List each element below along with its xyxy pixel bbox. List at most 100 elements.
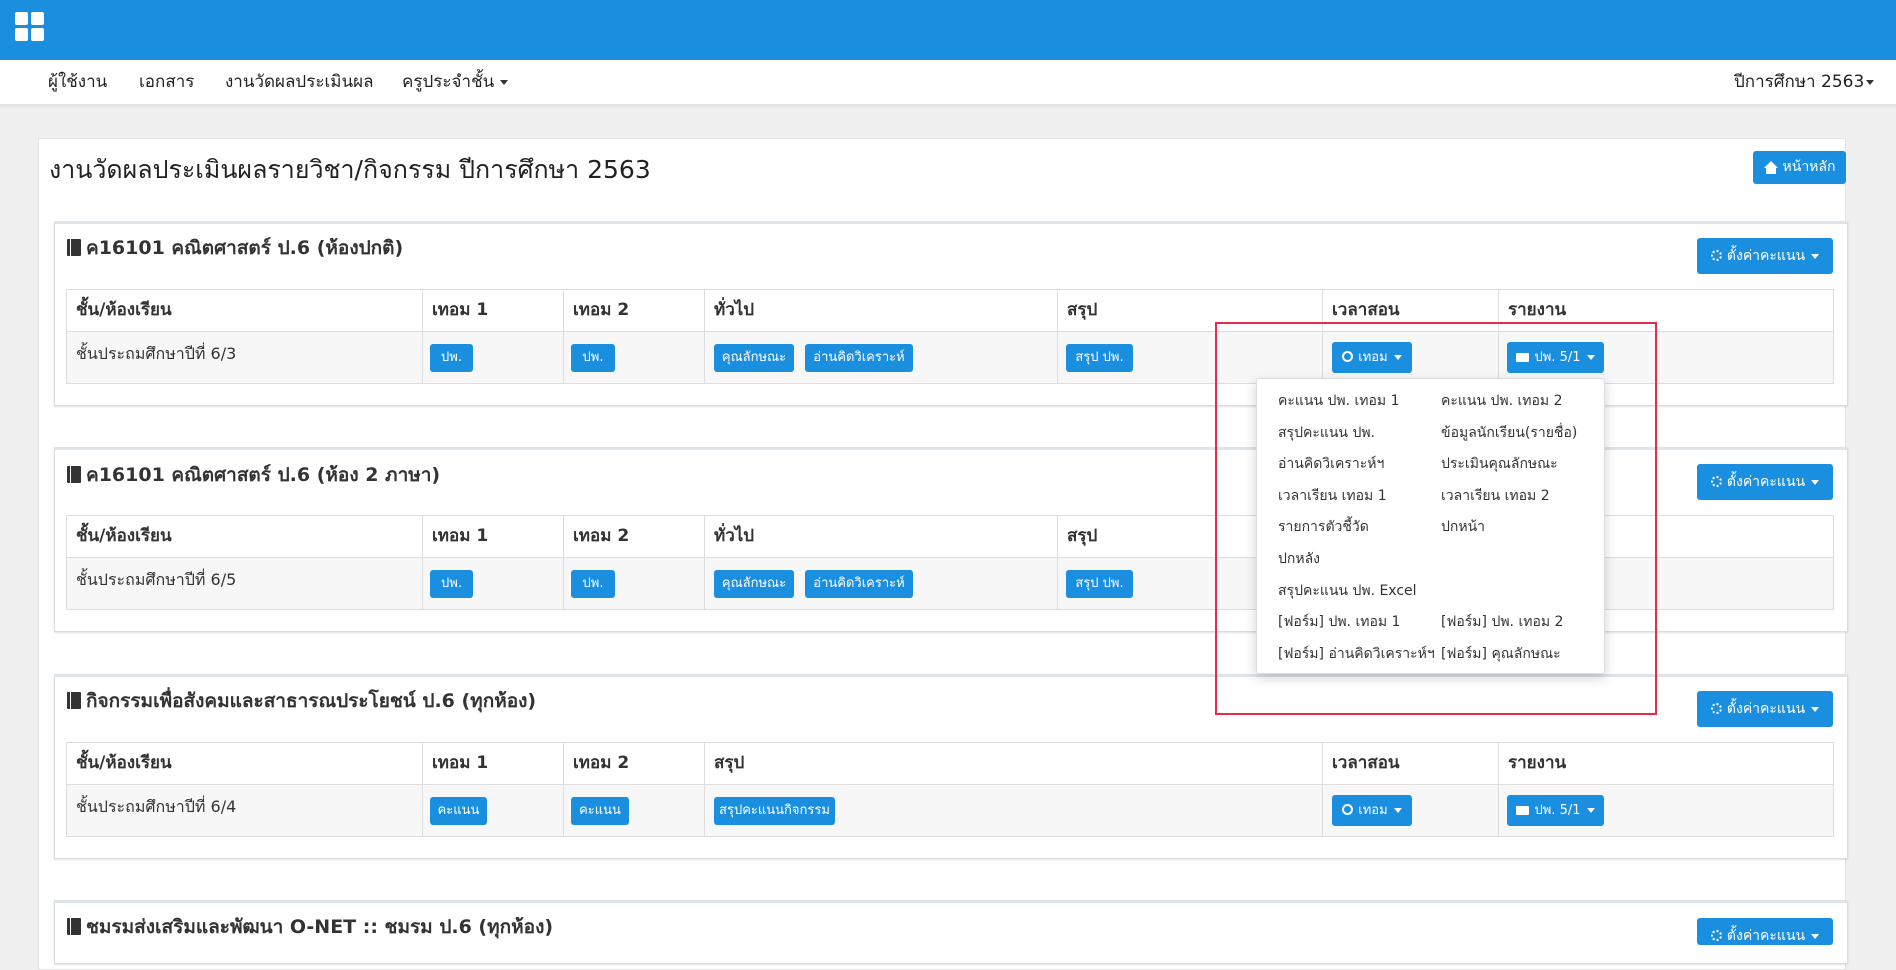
- caret-down-icon: [1393, 808, 1402, 813]
- page-title: งานวัดผลประเมินผลรายวิชา/กิจกรรม ปีการศึ…: [49, 155, 651, 184]
- col-header-summary: สรุป: [1057, 290, 1322, 331]
- gear-icon: [1710, 250, 1722, 261]
- menu-item-indicators[interactable]: รายการตัวชี้วัด: [1278, 516, 1369, 538]
- teaching-time-label: เทอม: [1358, 803, 1388, 818]
- panel-title-text: กิจกรรมเพื่อสังคมและสาธารณประโยชน์ ป.6 (…: [86, 690, 537, 712]
- menu-item-score-summary[interactable]: สรุปคะแนน ปพ.: [1278, 422, 1375, 444]
- col-header-teaching-time: เวลาสอน: [1322, 290, 1498, 331]
- col-header-teaching-time: เวลาสอน: [1322, 743, 1498, 784]
- caret-down-icon: [1811, 706, 1820, 712]
- panel-title-3: กิจกรรมเพื่อสังคมและสาธารณประโยชน์ ป.6 (…: [67, 686, 536, 716]
- menu-item-score-term1[interactable]: คะแนน ปพ. เทอม 1: [1278, 390, 1400, 412]
- nav-homeroom-teacher[interactable]: ครูประจำชั้น: [402, 60, 509, 104]
- clock-icon: [1342, 804, 1354, 815]
- row-class-label: ชั้นประถมศึกษาปีที่ 6/5: [76, 570, 237, 589]
- caret-down-icon: [1866, 79, 1875, 85]
- panel-title-1: ค16101 คณิตศาสตร์ ป.6 (ห้องปกติ): [67, 233, 403, 263]
- panel-title-2: ค16101 คณิตศาสตร์ ป.6 (ห้อง 2 ภาษา): [67, 460, 440, 490]
- settings-button-label: ตั้งค่าคะแนน: [1726, 474, 1806, 490]
- panel-title-text: ชมรมส่งเสริมและพัฒนา O-NET :: ชมรม ป.6 (…: [86, 916, 554, 938]
- caret-down-icon: [1811, 933, 1820, 939]
- book-icon: [67, 692, 81, 709]
- teaching-time-label: เทอม: [1358, 350, 1388, 365]
- table-header: ชั้น/ห้องเรียน เทอม 1 เทอม 2 ทั่วไป สรุป…: [66, 289, 1834, 332]
- print-icon: [1516, 806, 1530, 815]
- caret-down-icon: [1393, 355, 1402, 360]
- col-header-report: รายงาน: [1498, 743, 1833, 784]
- nav-documents[interactable]: เอกสาร: [139, 60, 194, 104]
- teaching-time-button[interactable]: เทอม: [1332, 795, 1412, 826]
- characteristics-button[interactable]: คุณลักษณะ: [714, 344, 794, 372]
- col-header-class: ชั้น/ห้องเรียน: [76, 753, 172, 773]
- print-icon: [1516, 353, 1530, 362]
- teaching-time-button[interactable]: เทอม: [1332, 342, 1412, 373]
- cell-class: ชั้นประถมศึกษาปีที่ 6/5: [67, 558, 422, 609]
- menu-item-form-term2[interactable]: [ฟอร์ม] ปพ. เทอม 2: [1441, 611, 1563, 633]
- analytical-thinking-button[interactable]: อ่านคิดวิเคราะห์: [805, 344, 913, 372]
- menu-item-analytical-thinking[interactable]: อ่านคิดวิเคราะห์ฯ: [1278, 453, 1384, 475]
- panel-title-4: ชมรมส่งเสริมและพัฒนา O-NET :: ชมรม ป.6 (…: [67, 912, 553, 942]
- menu-item-form-analytical[interactable]: [ฟอร์ม] อ่านคิดวิเคราะห์ฯ: [1278, 643, 1435, 665]
- book-icon: [67, 239, 81, 256]
- menu-item-front-cover[interactable]: ปกหน้า: [1441, 516, 1485, 538]
- book-icon: [67, 466, 81, 483]
- menu-item-form-term1[interactable]: [ฟอร์ม] ปพ. เทอม 1: [1278, 611, 1400, 633]
- gear-icon: [1710, 930, 1722, 941]
- report-button[interactable]: ปพ. 5/1: [1507, 795, 1604, 826]
- settings-button[interactable]: ตั้งค่าคะแนน: [1697, 691, 1833, 727]
- term2-button[interactable]: ปพ.: [571, 344, 615, 372]
- menu-item-attendance-term2[interactable]: เวลาเรียน เทอม 2: [1441, 485, 1550, 507]
- settings-button-label: ตั้งค่าคะแนน: [1726, 248, 1806, 264]
- term2-button[interactable]: ปพ.: [571, 570, 615, 598]
- nav-evaluation[interactable]: งานวัดผลประเมินผล: [225, 60, 374, 104]
- home-button[interactable]: หน้าหลัก: [1753, 151, 1846, 184]
- nav-users[interactable]: ผู้ใช้งาน: [48, 60, 107, 104]
- settings-button-label: ตั้งค่าคะแนน: [1726, 701, 1806, 717]
- menu-item-score-term2[interactable]: คะแนน ปพ. เทอม 2: [1441, 390, 1563, 412]
- home-button-label: หน้าหลัก: [1782, 159, 1836, 175]
- col-header-class: ชั้น/ห้องเรียน: [76, 526, 172, 546]
- col-header-general: ทั่วไป: [704, 290, 1057, 331]
- row-class-label: ชั้นประถมศึกษาปีที่ 6/3: [76, 344, 237, 363]
- caret-down-icon: [1811, 479, 1820, 485]
- col-header-term1: เทอม 1: [422, 290, 563, 331]
- menu-item-summary-excel[interactable]: สรุปคะแนน ปพ. Excel: [1278, 580, 1417, 602]
- year-selector[interactable]: ปีการศึกษา 2563: [1734, 60, 1875, 104]
- cell-class: ชั้นประถมศึกษาปีที่ 6/3: [67, 332, 422, 383]
- col-header-class: ชั้น/ห้องเรียน: [76, 300, 172, 320]
- col-header-general: ทั่วไป: [704, 516, 1057, 557]
- report-button[interactable]: ปพ. 5/1: [1507, 342, 1604, 373]
- menu-item-back-cover[interactable]: ปกหลัง: [1278, 548, 1320, 570]
- cell-class: ชั้นประถมศึกษาปีที่ 6/4: [67, 785, 422, 836]
- col-header-term1: เทอม 1: [422, 516, 563, 557]
- settings-button[interactable]: ตั้งค่าคะแนน: [1697, 238, 1833, 274]
- term1-button[interactable]: ปพ.: [430, 570, 473, 598]
- analytical-thinking-button[interactable]: อ่านคิดวิเคราะห์: [805, 570, 913, 598]
- menu-item-characteristics-eval[interactable]: ประเมินคุณลักษณะ: [1441, 453, 1558, 475]
- activity-summary-button[interactable]: สรุปคะแนนกิจกรรม: [714, 797, 835, 825]
- col-header-term1: เทอม 1: [422, 743, 563, 784]
- top-bar: [0, 0, 1896, 60]
- term2-score-button[interactable]: คะแนน: [571, 797, 629, 825]
- report-dropdown-menu: คะแนน ปพ. เทอม 1 คะแนน ปพ. เทอม 2 สรุปคะ…: [1256, 378, 1605, 674]
- caret-down-icon: [1586, 808, 1595, 813]
- panel-title-text: ค16101 คณิตศาสตร์ ป.6 (ห้องปกติ): [86, 237, 404, 259]
- table-header: ชั้น/ห้องเรียน เทอม 1 เทอม 2 สรุป เวลาสอ…: [66, 742, 1834, 785]
- menu-item-student-list[interactable]: ข้อมูลนักเรียน(รายชื่อ): [1441, 422, 1577, 444]
- settings-button[interactable]: ตั้งค่าคะแนน: [1697, 464, 1833, 500]
- settings-button[interactable]: ตั้งค่าคะแนน: [1697, 918, 1833, 945]
- term1-score-button[interactable]: คะแนน: [430, 797, 487, 825]
- term1-button[interactable]: ปพ.: [430, 344, 473, 372]
- clock-icon: [1342, 351, 1354, 362]
- col-header-term2: เทอม 2: [563, 743, 704, 784]
- menu-item-attendance-term1[interactable]: เวลาเรียน เทอม 1: [1278, 485, 1387, 507]
- panel-title-text: ค16101 คณิตศาสตร์ ป.6 (ห้อง 2 ภาษา): [86, 464, 441, 486]
- apps-grid-icon[interactable]: [15, 12, 45, 42]
- col-header-summary: สรุป: [704, 743, 1322, 784]
- menu-item-form-characteristics[interactable]: [ฟอร์ม] คุณลักษณะ: [1441, 643, 1561, 665]
- characteristics-button[interactable]: คุณลักษณะ: [714, 570, 794, 598]
- main-navbar: ผู้ใช้งาน เอกสาร งานวัดผลประเมินผล ครูปร…: [0, 60, 1896, 105]
- home-icon: [1763, 161, 1778, 174]
- summary-button[interactable]: สรุป ปพ.: [1066, 570, 1133, 598]
- summary-button[interactable]: สรุป ปพ.: [1066, 344, 1133, 372]
